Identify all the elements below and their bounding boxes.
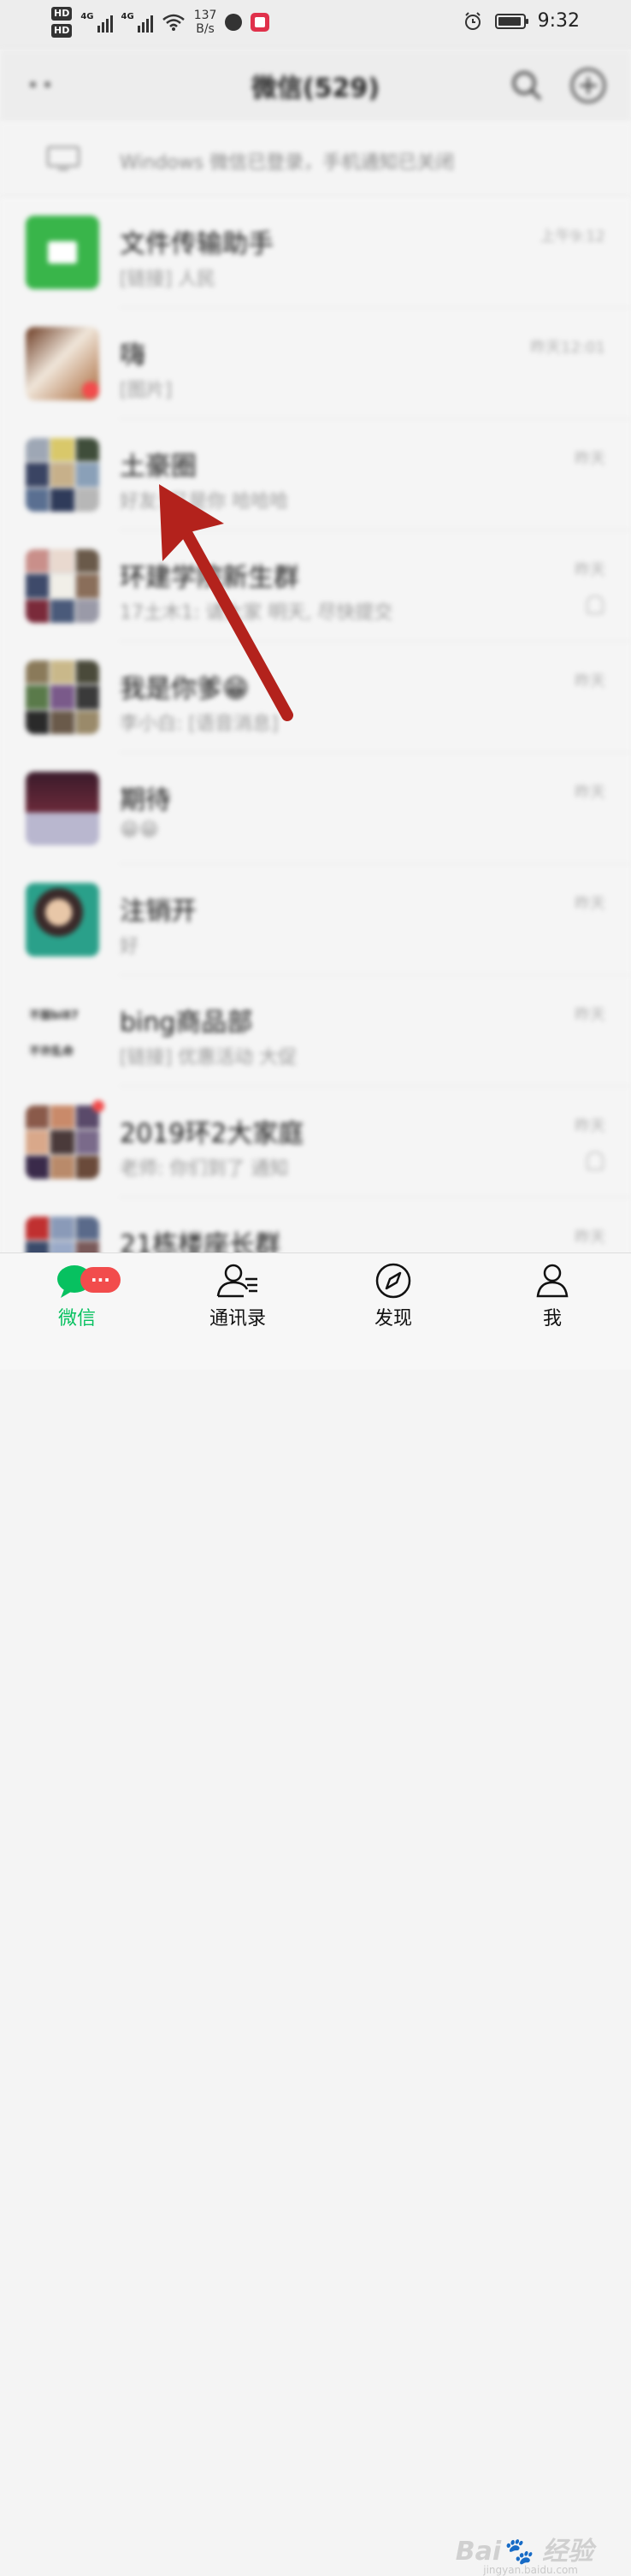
chat-name: 环建学院新生群 [120,563,299,593]
chat-item-9[interactable]: 2019环2大家庭 老师: 你们到了 通知 昨天 [0,1087,631,1198]
chat-item-6[interactable]: 期待 😁😁 昨天 [0,753,631,864]
tab-chats[interactable]: 微信 ··· [26,1262,128,1330]
chat-preview: 😁😁 [120,820,159,841]
group-avatar [26,1105,99,1179]
chat-item-4[interactable]: 环建学院新生群 17土木1: 请大家 明天, 尽快提交 昨天 [0,530,631,642]
chat-time: 昨天 [575,1229,605,1247]
hd-badge-1: HD [51,7,73,21]
unread-dot [92,1100,104,1112]
chat-preview: 好 [120,936,139,957]
tab-contacts[interactable]: 通讯录 [186,1262,289,1330]
chat-name: 期待 [120,785,171,815]
chat-time: 昨天 [575,672,605,690]
tab-label: 通讯录 [209,1308,266,1329]
chat-time: 昨天 [575,1006,605,1024]
tab-label: 我 [542,1308,562,1329]
avatar [26,883,99,956]
status-right: 9:32 [463,10,580,32]
unread-dot [82,382,99,399]
signal-icon-2: 4G [121,12,153,33]
chat-name: 嗨 [120,341,145,370]
baidu-watermark: Bai🐾 经验 [455,2537,593,2567]
network-speed: 137 B/s [194,9,217,36]
tab-discover[interactable]: 发现 [342,1262,445,1330]
chat-item-3[interactable]: 土豪圈 好友: 又是你 哈哈哈 昨天 [0,419,631,530]
chat-name: 2019环2大家庭 [120,1119,304,1149]
group-avatar [26,549,99,623]
text-avatar-line-1: 不服bi87 [29,1010,79,1022]
status-time: 9:32 [537,10,580,32]
tab-me[interactable]: 我 [501,1262,604,1330]
contacts-icon [216,1264,257,1298]
baidu-watermark-url: jingyan.baidu.com [483,2564,578,2576]
chat-item-file-transfer[interactable]: 文件传输助手 [链接] 人民 上午9:12 [0,197,631,308]
bottom-tab-bar: 微信 ··· 通讯录 发现 我 Bai🐾 经验 jingyan.baidu.co… [0,1252,631,2576]
text-avatar: 不服bi87 不许乱命 [26,994,99,1068]
chat-preview: 好友: 又是你 哈哈哈 [120,491,289,512]
chat-name: 注销开 [120,897,197,927]
tab-label: 微信 [57,1308,96,1329]
network-speed-unit: B/s [196,22,215,36]
chat-time: 上午9:12 [540,228,605,246]
chat-preview: 老师: 你们到了 通知 [120,1158,289,1180]
chat-time: 昨天 [575,784,605,802]
alarm-icon [464,11,481,30]
chat-preview: 李小白: [语音消息] [120,714,279,735]
text-avatar-line-2: 不许乱命 [29,1045,74,1058]
chat-item-8[interactable]: 不服bi87 不许乱命 bing商品部 [链接] 优惠活动 大促 昨天 [0,975,631,1087]
chat-preview: [图片] [120,380,173,401]
person-icon [536,1264,569,1298]
app-header: •• 微信(529) [0,50,631,121]
browser-notification-icon [225,14,243,31]
page-title: 微信(529) [251,74,380,104]
chat-item-5[interactable]: 我是你爹😁 李小白: [语音消息] 昨天 [0,642,631,753]
chat-item-7[interactable]: 注销开 好 昨天 [0,864,631,975]
mute-bell-icon [587,595,604,614]
folder-icon [48,241,77,264]
search-icon[interactable] [510,68,544,103]
avatar [26,216,99,289]
unread-badge: ··· [80,1267,121,1293]
chat-time: 昨天 [575,450,605,468]
chat-list: 文件传输助手 [链接] 人民 上午9:12 嗨 [图片] 昨天12:01 土豪圈… [0,197,631,1309]
network-speed-value: 137 [193,9,217,22]
group-avatar [26,660,99,734]
chat-name: 土豪圈 [120,452,197,482]
desktop-login-banner[interactable]: Windows 微信已登录，手机通知已关闭 [0,121,631,197]
mute-bell-icon [587,1152,604,1170]
hd-indicators: HD HD [51,7,73,38]
login-banner-text: Windows 微信已登录，手机通知已关闭 [120,152,455,174]
app-notification-icon [251,13,270,32]
chat-name: bing商品部 [120,1008,253,1038]
chat-name: 我是你爹😁 [120,674,250,704]
chat-item-2[interactable]: 嗨 [图片] 昨天12:01 [0,308,631,419]
avatar [26,772,99,845]
compass-icon [375,1263,411,1299]
hd-badge-2: HD [51,24,73,38]
wifi-icon [162,14,185,31]
signal-label-2: 4G [121,12,134,21]
chat-time: 昨天 [575,895,605,913]
chat-time: 昨天 [575,1117,605,1135]
chat-time: 昨天 [575,561,605,579]
signal-label-1: 4G [80,12,94,21]
battery-icon [494,13,528,29]
add-icon[interactable] [569,67,607,104]
chat-preview: [链接] 人民 [120,269,216,290]
chat-preview: [链接] 优惠活动 大促 [120,1047,298,1069]
chat-name: 文件传输助手 [120,229,274,259]
chat-time: 昨天12:01 [530,339,605,357]
tab-label: 发现 [374,1308,412,1329]
status-bar: HD HD 4G 4G 137 B/s 9:32 [0,0,631,50]
computer-icon [46,145,80,171]
signal-icon-1: 4G [80,12,113,33]
chat-preview: 17土木1: 请大家 明天, 尽快提交 [120,602,393,624]
more-dots-icon[interactable]: •• [27,75,56,97]
status-left: HD HD 4G 4G 137 B/s [51,7,270,38]
group-avatar [26,438,99,512]
